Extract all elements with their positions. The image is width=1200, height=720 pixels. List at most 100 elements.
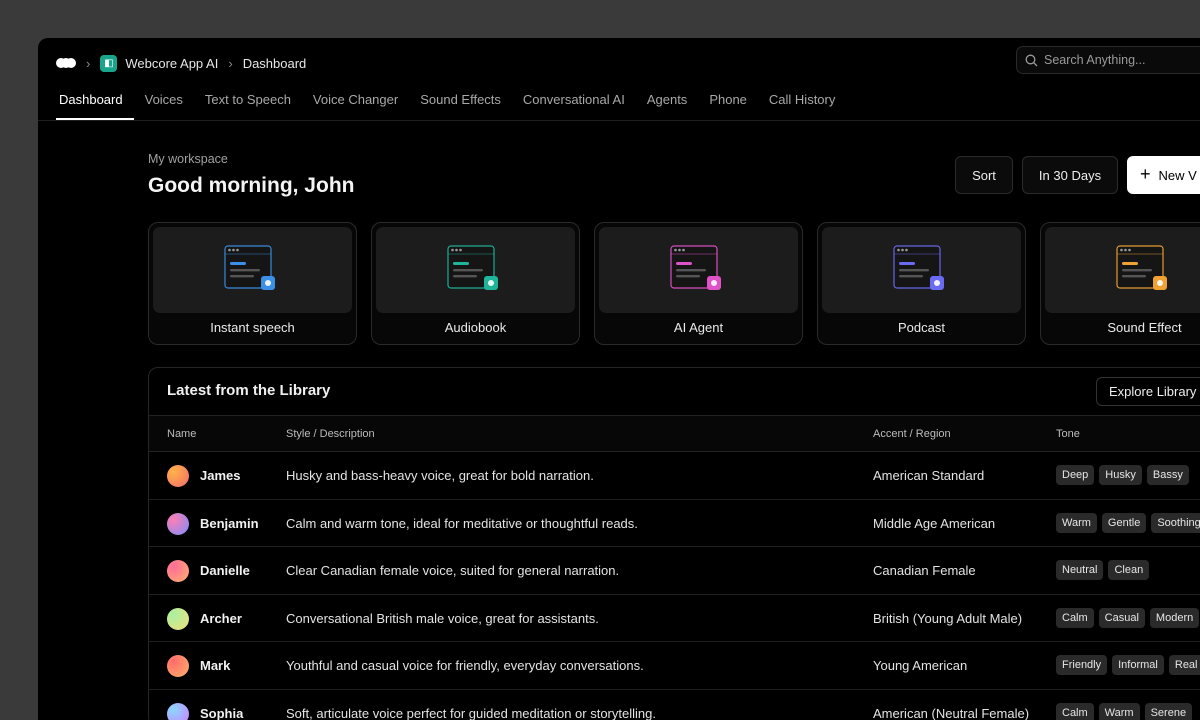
voice-accent: Middle Age American — [873, 515, 996, 531]
breadcrumb-page[interactable]: Dashboard — [243, 56, 307, 71]
new-voice-label: New V — [1158, 167, 1197, 183]
library-panel: Latest from the Library Explore Library … — [148, 367, 1200, 720]
card-preview — [376, 227, 575, 313]
voice-accent: British (Young Adult Male) — [873, 610, 1023, 626]
card-label: Instant speech — [210, 320, 295, 335]
tab-text-to-speech[interactable]: Text to Speech — [194, 88, 302, 119]
avatar — [167, 465, 189, 487]
tab-dashboard[interactable]: Dashboard — [56, 88, 134, 120]
app-window: › ◧ Webcore App AI › Dashboard Search An… — [38, 38, 1200, 720]
avatar — [167, 655, 189, 678]
card-sound-effect[interactable]: Sound Effect — [1040, 222, 1200, 345]
card-label: Podcast — [898, 320, 945, 335]
table-row[interactable]: Mark Youthful and casual voice for friend… — [149, 642, 1200, 690]
card-ai-agent[interactable]: AI Agent — [594, 222, 803, 345]
breadcrumb: › ◧ Webcore App AI › Dashboard — [56, 52, 306, 74]
brand-logo-icon[interactable] — [56, 58, 76, 68]
voice-accent: American (Neutral Female) — [873, 705, 1030, 720]
tone-tag: Clean — [1108, 560, 1150, 581]
voice-description: Soft, articulate voice perfect for guide… — [286, 705, 656, 720]
tone-tag: Bassy — [1146, 465, 1189, 485]
voice-description: Calm and warm tone, ideal for meditative… — [286, 515, 638, 531]
tab-conversational-ai[interactable]: Conversational AI — [512, 88, 636, 119]
tab-call-history[interactable]: Call History — [758, 88, 846, 119]
voice-description: Youthful and casual voice for friendly, … — [286, 658, 644, 674]
voice-description: Conversational British male voice, great… — [286, 610, 599, 626]
library-title: Latest from the Library — [167, 382, 331, 399]
breadcrumb-app[interactable]: ◧ Webcore App AI — [100, 54, 219, 72]
search-placeholder: Search Anything... — [1044, 53, 1146, 67]
voice-description: Husky and bass-heavy voice, great for bo… — [286, 468, 594, 483]
tone-tag: Soothing — [1151, 512, 1200, 533]
column-style[interactable]: Style / Description — [286, 428, 375, 440]
book-icon — [447, 245, 498, 290]
tone-tag: Modern — [1149, 607, 1200, 628]
voice-accent: American Standard — [873, 468, 985, 483]
voice-name: James — [200, 468, 241, 483]
tone-tags: Warm Gentle Soothing — [1056, 512, 1200, 533]
card-podcast[interactable]: Podcast — [817, 222, 1026, 345]
voice-name: Archer — [200, 610, 242, 626]
top-bar: › ◧ Webcore App AI › Dashboard Search An… — [38, 38, 1200, 121]
date-range-button[interactable]: In 30 Days — [1022, 156, 1118, 194]
voice-accent: Young American — [873, 658, 968, 674]
voice-table: James Husky and bass-heavy voice, great f… — [149, 452, 1200, 720]
tone-tag: Warm — [1098, 702, 1140, 720]
workspace-label: My workspace — [148, 152, 228, 166]
column-accent[interactable]: Accent / Region — [873, 428, 951, 440]
chevron-right-icon: › — [228, 55, 233, 71]
card-preview — [599, 227, 798, 313]
tab-sound-effects[interactable]: Sound Effects — [409, 88, 512, 119]
search-icon — [1025, 54, 1038, 66]
card-preview — [153, 227, 352, 313]
tone-tag: Friendly — [1056, 655, 1108, 676]
sort-button[interactable]: Sort — [955, 156, 1013, 194]
card-instant-speech[interactable]: Instant speech — [148, 222, 357, 345]
voice-description: Clear Canadian female voice, suited for … — [286, 563, 620, 579]
tab-agents[interactable]: Agents — [636, 88, 698, 119]
table-row[interactable]: James Husky and bass-heavy voice, great f… — [149, 452, 1200, 500]
avatar — [167, 560, 189, 583]
tone-tag: Neutral — [1056, 560, 1104, 581]
table-row[interactable]: Sophia Soft, articulate voice perfect for… — [149, 690, 1200, 720]
app-icon: ◧ — [100, 54, 118, 72]
library-header: Latest from the Library Explore Library — [149, 368, 1200, 416]
tone-tags: Deep Husky Bassy — [1056, 465, 1189, 485]
card-audiobook[interactable]: Audiobook — [371, 222, 580, 345]
tone-tag: Warm — [1056, 512, 1097, 533]
column-tone[interactable]: Tone — [1056, 428, 1080, 440]
card-preview — [822, 227, 1021, 313]
note-icon — [1116, 245, 1167, 290]
table-row[interactable]: Danielle Clear Canadian female voice, sui… — [149, 547, 1200, 595]
tone-tags: Calm Warm Serene — [1056, 702, 1193, 720]
new-voice-button[interactable]: + New V — [1127, 156, 1200, 194]
tone-tag: Casual — [1098, 607, 1145, 628]
chat-bubble-icon — [224, 245, 275, 290]
microphone-icon — [893, 245, 944, 290]
plus-icon: + — [1140, 164, 1151, 184]
tab-phone[interactable]: Phone — [698, 88, 758, 119]
tone-tag: Gentle — [1101, 512, 1147, 533]
voice-name: Benjamin — [200, 515, 259, 531]
tone-tag: Serene — [1144, 702, 1193, 720]
table-row[interactable]: Benjamin Calm and warm tone, ideal for me… — [149, 500, 1200, 548]
tab-voices[interactable]: Voices — [134, 88, 194, 119]
voice-accent: Canadian Female — [873, 563, 976, 579]
table-header: Name Style / Description Accent / Region… — [149, 416, 1200, 452]
breadcrumb-app-label: Webcore App AI — [125, 55, 219, 71]
tone-tags: Friendly Informal Real — [1056, 655, 1200, 676]
search-input[interactable]: Search Anything... — [1016, 46, 1200, 74]
tone-tag: Husky — [1099, 465, 1142, 485]
sparkle-icon — [670, 245, 721, 290]
table-row[interactable]: Archer Conversational British male voice,… — [149, 595, 1200, 643]
tab-voice-changer[interactable]: Voice Changer — [302, 88, 409, 119]
tone-tag: Calm — [1056, 607, 1094, 628]
tone-tag: Real — [1168, 655, 1200, 676]
card-label: Sound Effect — [1107, 320, 1182, 335]
avatar — [167, 607, 189, 630]
page-title: Good morning, John — [148, 174, 355, 197]
explore-library-button[interactable]: Explore Library — [1096, 377, 1200, 406]
column-name[interactable]: Name — [167, 428, 196, 440]
card-label: AI Agent — [673, 320, 724, 335]
card-label: Audiobook — [444, 320, 507, 335]
